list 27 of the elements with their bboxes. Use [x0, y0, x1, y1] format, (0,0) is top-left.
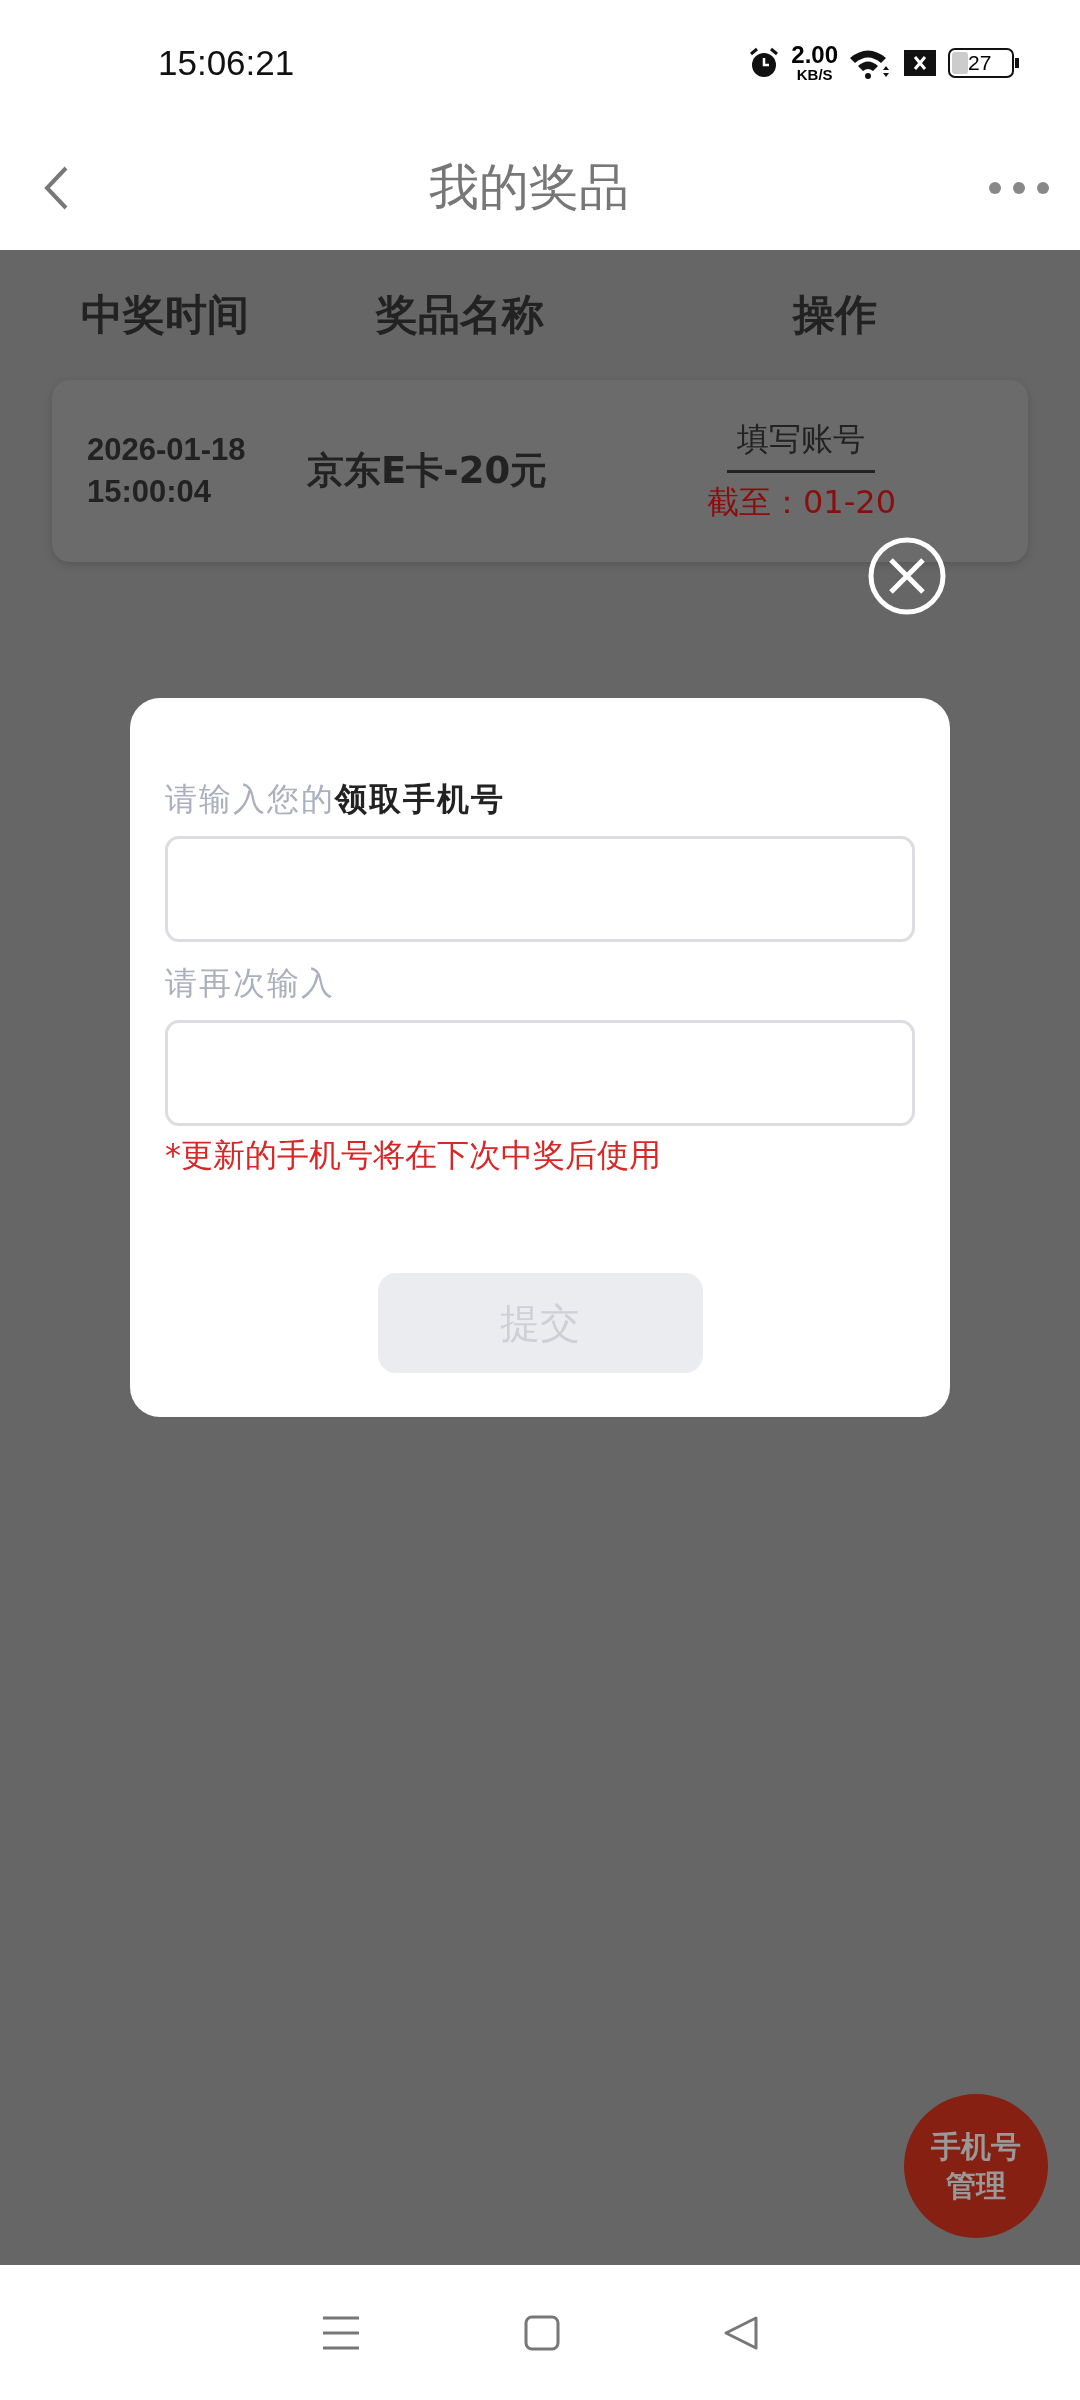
- field-label: 请输入您的领取手机号: [165, 779, 506, 820]
- menu-icon[interactable]: [321, 2314, 362, 2351]
- win-date: 2026-01-18: [87, 431, 247, 470]
- status-time: 15:06:21: [158, 42, 295, 83]
- page-title: 我的奖品: [429, 157, 629, 218]
- fill-account-link[interactable]: 填写账号: [727, 417, 876, 473]
- field-label: 请再次输入: [165, 963, 336, 1004]
- prize-name: 京东E卡-20元: [307, 448, 549, 494]
- sim-off-icon: [902, 47, 938, 78]
- win-time: 15:00:04: [87, 473, 213, 511]
- battery-level: 27: [968, 50, 992, 75]
- column-header: 奖品名称: [374, 289, 546, 341]
- home-icon[interactable]: [524, 2314, 560, 2351]
- phone-input-field[interactable]: [165, 836, 915, 942]
- column-header: 操作: [791, 289, 879, 341]
- back-nav-icon[interactable]: [722, 2314, 759, 2351]
- net-unit: KB/S: [796, 67, 833, 82]
- close-icon[interactable]: [867, 536, 947, 616]
- column-header: 中奖时间: [79, 289, 250, 341]
- back-icon[interactable]: [42, 164, 70, 211]
- phone-confirm-field[interactable]: [165, 1020, 915, 1126]
- net-speed: 2.00: [791, 43, 838, 67]
- battery-icon: [948, 47, 1020, 78]
- phone-manage-button[interactable]: 手机号 管理: [904, 2094, 1048, 2238]
- note-text: *更新的手机号将在下次中奖后使用: [165, 1135, 662, 1176]
- more-icon[interactable]: [988, 180, 1050, 195]
- deadline-text: 截至：01-20: [707, 481, 896, 523]
